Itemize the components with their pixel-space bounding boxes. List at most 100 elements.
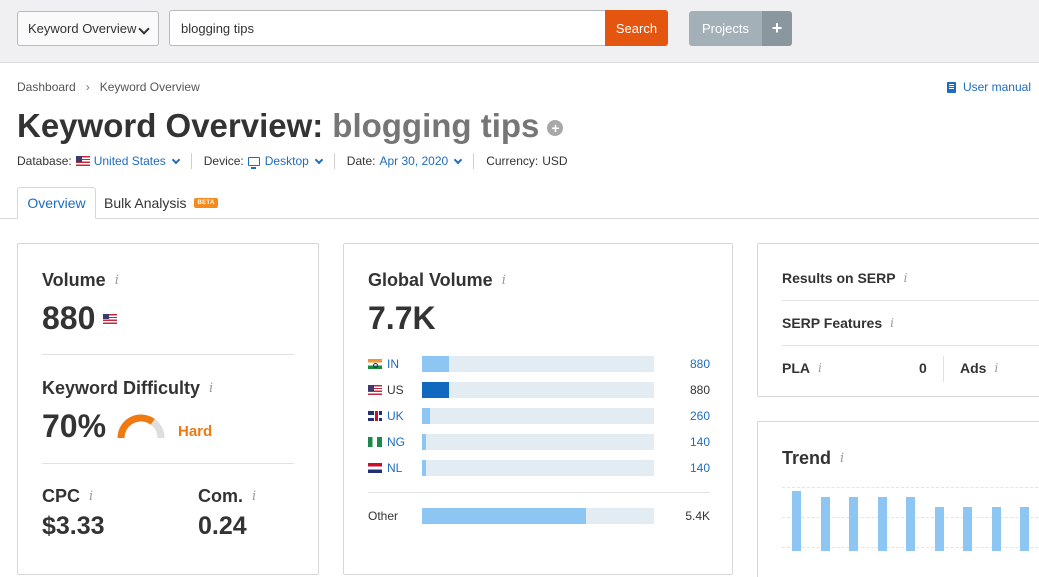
competition-value: 0.24 xyxy=(198,512,247,540)
ads-title: Ads i xyxy=(960,360,998,376)
keyword-difficulty-label: Keyword Difficulty xyxy=(42,378,201,398)
info-icon[interactable]: i xyxy=(252,489,256,504)
country-code: IN xyxy=(387,357,399,371)
global-volume-value: 7.7K xyxy=(368,300,436,336)
nigeria-flag-icon xyxy=(368,437,382,447)
trend-bar xyxy=(963,506,972,551)
trend-bar xyxy=(849,497,858,551)
other-row: Other 5.4K xyxy=(368,508,710,524)
breadcrumb: Dashboard › Keyword Overview xyxy=(17,80,200,94)
pla-title: PLA i xyxy=(782,360,822,376)
serp-features-title: SERP Features i xyxy=(782,315,894,331)
divider xyxy=(782,345,1039,346)
divider xyxy=(333,153,335,169)
info-icon[interactable]: i xyxy=(502,273,506,288)
volume-bar-fill xyxy=(422,356,449,372)
divider xyxy=(368,492,710,493)
tool-select-label: Keyword Overview xyxy=(28,21,137,36)
trend-bar xyxy=(877,497,887,551)
results-on-serp-label: Results on SERP xyxy=(782,270,896,286)
info-icon[interactable]: i xyxy=(994,361,998,375)
india-flag-icon xyxy=(368,359,382,369)
cpc-title: CPC i xyxy=(42,486,93,507)
us-flag-icon xyxy=(75,156,90,166)
chevron-down-icon xyxy=(453,155,463,164)
volume-number: 880 xyxy=(42,300,96,336)
country-volume: 140 xyxy=(689,461,710,475)
tab-overview[interactable]: Overview xyxy=(17,187,96,219)
tool-select-dropdown[interactable]: Keyword Overview xyxy=(17,11,159,46)
volume-bar-fill xyxy=(422,460,427,476)
info-icon[interactable]: i xyxy=(209,381,213,396)
breadcrumb-dashboard[interactable]: Dashboard xyxy=(17,80,76,94)
country-row[interactable]: NL 140 xyxy=(368,460,710,476)
top-toolbar: Keyword Overview blogging tips Search Pr… xyxy=(0,0,1039,63)
user-manual-link[interactable]: User manual xyxy=(946,80,1031,94)
volume-bar-fill xyxy=(422,508,586,524)
country-row[interactable]: UK 260 xyxy=(368,408,710,424)
book-icon xyxy=(946,81,956,93)
page-title: Keyword Overview: blogging tips + xyxy=(17,107,564,145)
breadcrumb-keyword-overview: Keyword Overview xyxy=(99,80,200,94)
serp-card: Results on SERP i SERP Features i PLA i … xyxy=(757,243,1039,397)
volume-bar-track xyxy=(422,460,654,476)
breadcrumb-separator: › xyxy=(85,80,90,94)
divider xyxy=(42,463,294,464)
search-input[interactable]: blogging tips xyxy=(169,10,606,46)
date-dropdown[interactable]: Apr 30, 2020 xyxy=(379,154,463,168)
info-icon[interactable]: i xyxy=(840,451,844,466)
search-input-value: blogging tips xyxy=(181,20,254,36)
page-title-keyword: blogging tips xyxy=(332,107,540,144)
other-label: Other xyxy=(368,509,399,523)
trend-bar xyxy=(906,497,915,551)
search-button[interactable]: Search xyxy=(605,10,668,46)
us-flag-icon xyxy=(368,385,382,395)
chevron-down-icon xyxy=(314,155,324,164)
volume-bar-track xyxy=(422,382,654,398)
info-icon[interactable]: i xyxy=(115,273,119,288)
keyword-difficulty-number: 70% xyxy=(42,408,107,444)
info-icon[interactable]: i xyxy=(818,361,822,375)
volume-card: Volume i 880 Keyword Difficulty i 70% Ha… xyxy=(17,243,319,575)
volume-bar-track xyxy=(422,356,654,372)
chevron-down-icon xyxy=(138,23,150,35)
keyword-difficulty-title: Keyword Difficulty i xyxy=(42,378,213,399)
country-row[interactable]: US 880 xyxy=(368,382,710,398)
info-icon[interactable]: i xyxy=(890,316,894,330)
add-keyword-icon[interactable]: + xyxy=(547,120,564,136)
volume-title: Volume i xyxy=(42,270,119,291)
pla-value: 0 xyxy=(919,360,927,376)
database-dropdown[interactable]: United States xyxy=(75,154,180,168)
divider xyxy=(473,153,475,169)
volume-value: 880 xyxy=(42,300,121,337)
serp-features-label: SERP Features xyxy=(782,315,883,331)
country-row[interactable]: NG 140 xyxy=(368,434,710,450)
chevron-down-icon xyxy=(171,155,180,164)
country-volume: 880 xyxy=(689,383,710,397)
divider xyxy=(943,356,944,382)
country-row[interactable]: IN 880 xyxy=(368,356,710,372)
country-code: NG xyxy=(387,435,405,449)
add-project-button[interactable]: + xyxy=(762,11,792,46)
country-code: US xyxy=(387,383,404,397)
volume-bar-track xyxy=(422,508,654,524)
results-on-serp-title: Results on SERP i xyxy=(782,270,907,286)
competition-title: Com. i xyxy=(198,486,256,507)
currency-value: USD xyxy=(542,154,568,168)
tab-bulk-analysis-label: Bulk Analysis xyxy=(104,195,187,211)
global-volume-card: Global Volume i 7.7K IN 880 US 880 UK 26… xyxy=(343,243,733,575)
info-icon[interactable]: i xyxy=(904,271,908,285)
volume-bar-fill xyxy=(422,382,449,398)
us-flag-icon xyxy=(103,313,118,324)
volume-bar-fill xyxy=(422,434,427,450)
projects-button[interactable]: Projects xyxy=(689,11,762,46)
device-dropdown[interactable]: Desktop xyxy=(247,154,324,169)
uk-flag-icon xyxy=(368,411,382,421)
tab-bulk-analysis[interactable]: Bulk Analysis BETA xyxy=(104,187,218,219)
other-volume: 5.4K xyxy=(685,509,710,523)
country-volume: 140 xyxy=(689,435,710,449)
trend-bar xyxy=(820,497,830,551)
difficulty-level: Hard xyxy=(178,423,213,440)
cpc-label: CPC xyxy=(42,486,81,506)
info-icon[interactable]: i xyxy=(89,489,93,504)
